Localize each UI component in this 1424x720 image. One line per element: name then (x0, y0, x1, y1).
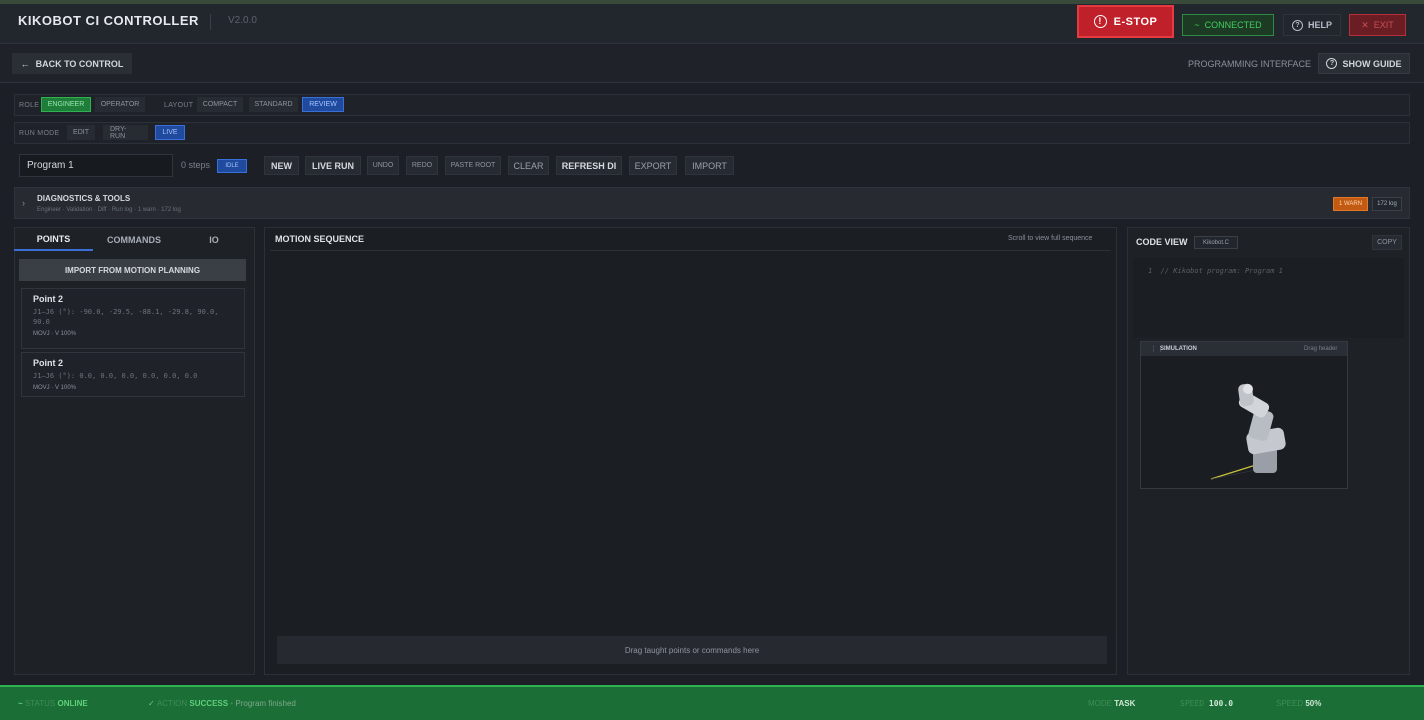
bullet-separator: • (230, 699, 234, 708)
live-run-button[interactable]: LIVE RUN (305, 156, 361, 175)
interface-label: PROGRAMMING INTERFACE (1188, 59, 1312, 69)
check-circle-icon: ✓ (148, 699, 155, 708)
log-count-badge[interactable]: 172 log (1372, 197, 1402, 211)
question-icon: ? (1326, 58, 1338, 69)
close-icon: ✕ (1361, 19, 1369, 30)
help-label: HELP (1307, 20, 1332, 30)
run-mode-row (14, 122, 1410, 144)
run-mode-label: RUN MODE (19, 130, 60, 137)
point-joints: J1–J6 (°): 0.0, 0.0, 0.0, 0.0, 0.0, 0.0 (33, 372, 198, 380)
motion-sequence-panel (264, 227, 1117, 675)
connected-label: CONNECTED (1204, 20, 1262, 30)
guide-label: SHOW GUIDE (1342, 58, 1402, 69)
pulse-icon: ~ (18, 699, 23, 708)
code-view-title: CODE VIEW (1136, 237, 1188, 247)
point-meta: MOVJ · V 100% (33, 331, 77, 337)
speed-key: SPEED (1180, 699, 1205, 708)
action-value: SUCCESS (189, 699, 229, 708)
header-divider (210, 14, 211, 30)
layout-standard-button[interactable]: STANDARD (249, 97, 298, 112)
copy-code-button[interactable]: COPY (1372, 235, 1402, 250)
warn-count-badge[interactable]: 1 WARN (1333, 197, 1368, 211)
show-guide-button[interactable]: ? SHOW GUIDE (1318, 53, 1410, 74)
back-label: BACK TO CONTROL (35, 58, 124, 69)
clear-button[interactable]: CLEAR (508, 156, 549, 175)
mode-key: MODE (1088, 699, 1112, 708)
app-title: KIKOBOT CI CONTROLLER (18, 13, 199, 28)
redo-button[interactable]: REDO (406, 156, 438, 175)
status-mode: MODE TASK (1088, 699, 1135, 708)
alert-icon: ! (1093, 15, 1107, 28)
gain-key: SPEED (1276, 699, 1304, 708)
layout-review-button[interactable]: REVIEW (302, 97, 344, 112)
status-gain: SPEED 50% (1276, 699, 1321, 708)
mode-dry-run-button[interactable]: DRY-RUN (103, 125, 148, 140)
estop-label: E-STOP (1113, 15, 1158, 28)
exit-button[interactable]: ✕ EXIT (1349, 14, 1406, 36)
layout-label: LAYOUT (164, 102, 194, 109)
point-card[interactable]: Point 2 J1–J6 (°): 0.0, 0.0, 0.0, 0.0, 0… (21, 352, 245, 397)
diagnostics-panel[interactable] (14, 187, 1410, 219)
speed-value: 100.0 (1208, 699, 1234, 708)
simulation-drag-hint: Drag header (1304, 346, 1338, 352)
tab-commands[interactable]: COMMANDS (93, 229, 175, 251)
status-key: STATUS (24, 699, 56, 708)
point-title: Point 2 (33, 358, 64, 368)
code-file-tag: Kikobot.C (1194, 236, 1238, 249)
diagnostics-title: DIAGNOSTICS & TOOLS (37, 194, 131, 203)
undo-button[interactable]: UNDO (367, 156, 399, 175)
point-joints: J1–J6 (°): -90.0, -29.5, -88.1, -29.8, 9… (33, 308, 219, 326)
status-action: ✓ ACTION SUCCESS • Program finished (148, 699, 296, 708)
exit-label: EXIT (1373, 20, 1394, 30)
export-button[interactable]: EXPORT (629, 156, 677, 175)
code-line: 1 // Kikobot program: Program 1 (1148, 267, 1283, 275)
gain-value: 50% (1305, 699, 1322, 708)
tab-points[interactable]: POINTS (14, 229, 93, 251)
new-program-button[interactable]: NEW (264, 156, 299, 175)
layout-compact-button[interactable]: COMPACT (197, 97, 243, 112)
role-engineer-button[interactable]: ENGINEER (41, 97, 91, 112)
action-key: ACTION (156, 699, 188, 708)
role-label: ROLE (19, 102, 40, 109)
paste-root-button[interactable]: PASTE ROOT (445, 156, 501, 175)
simulation-viewport[interactable] (1140, 341, 1348, 489)
status-speed: SPEED 100.0 (1180, 699, 1233, 708)
motion-sequence-divider (270, 250, 1111, 251)
point-meta: MOVJ · V 100% (33, 385, 77, 391)
program-name-input[interactable] (19, 154, 173, 177)
app-version: V2.0.0 (228, 15, 257, 26)
status-value: ONLINE (57, 699, 88, 708)
action-detail: Program finished (235, 699, 296, 708)
program-state-badge: IDLE (217, 159, 247, 173)
motion-sequence-hint: Scroll to view full sequence (1008, 235, 1093, 242)
step-count: 0 steps (181, 160, 211, 170)
line-number: 1 (1148, 267, 1153, 275)
back-to-control-button[interactable]: ← BACK TO CONTROL (12, 53, 132, 74)
point-title: Point 2 (33, 294, 64, 304)
help-icon: ? (1291, 19, 1303, 31)
arrow-left-icon: ← (20, 58, 30, 69)
status-online: ~ STATUS ONLINE (18, 699, 88, 708)
import-from-motion-planning-button[interactable]: IMPORT FROM MOTION PLANNING (19, 259, 246, 281)
point-card[interactable]: Point 2 J1–J6 (°): -90.0, -29.5, -88.1, … (21, 288, 245, 349)
estop-button[interactable]: ! E-STOP (1077, 5, 1174, 38)
code-text: // Kikobot program: Program 1 (1160, 267, 1283, 275)
mode-live-button[interactable]: LIVE (155, 125, 185, 140)
import-button[interactable]: IMPORT (685, 156, 734, 175)
motion-sequence-title: MOTION SEQUENCE (275, 234, 365, 244)
robot-arm-render (1210, 383, 1286, 480)
help-button[interactable]: ? HELP (1283, 14, 1341, 36)
mode-edit-button[interactable]: EDIT (67, 125, 95, 140)
pulse-icon: ~ (1194, 20, 1200, 30)
role-operator-button[interactable]: OPERATOR (95, 97, 145, 112)
connected-button[interactable]: ~ CONNECTED (1182, 14, 1274, 36)
diagnostics-summary: Engineer · Validation · Diff · Run log ·… (37, 207, 181, 213)
tab-io[interactable]: IO (175, 229, 253, 251)
chevron-right-icon[interactable]: › (22, 198, 25, 208)
refresh-di-button[interactable]: REFRESH DI (556, 156, 622, 175)
sequence-dropzone[interactable]: Drag taught points or commands here (277, 636, 1107, 664)
mode-value: TASK (1114, 699, 1136, 708)
simulation-title: SIMULATION (1160, 346, 1197, 352)
